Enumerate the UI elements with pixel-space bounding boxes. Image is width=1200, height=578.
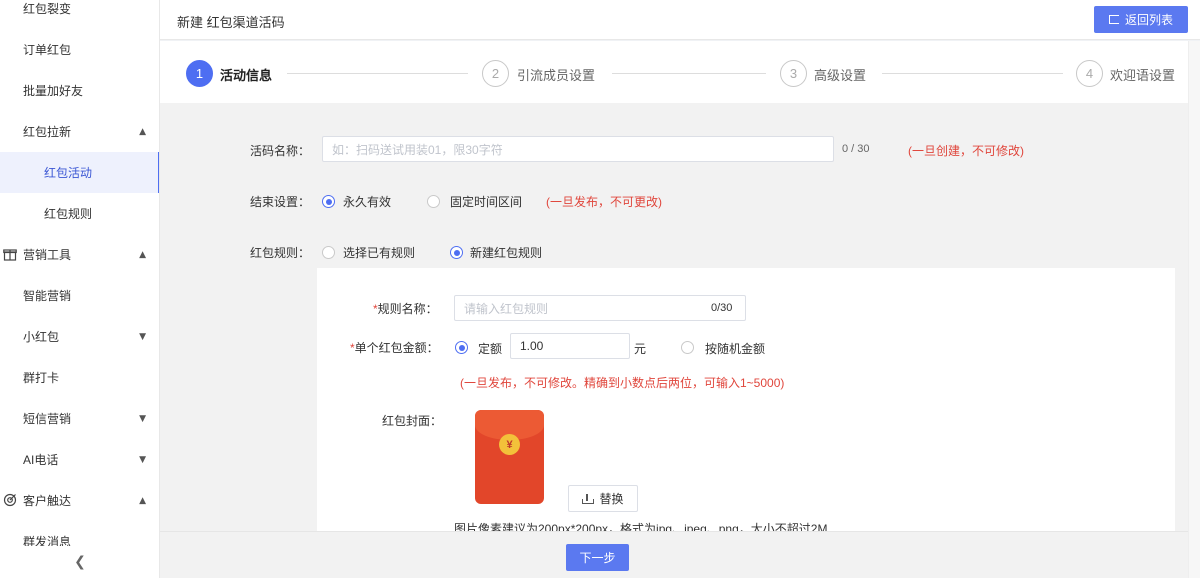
gift-icon bbox=[3, 249, 17, 261]
sidebar-item-red-packet-fission[interactable]: 红包裂变 bbox=[0, 0, 159, 29]
replace-button-label: 替换 bbox=[599, 492, 624, 506]
step-3-number: 3 bbox=[780, 60, 807, 87]
steps-bar: 1 活动信息 2 引流成员设置 3 高级设置 4 欢迎语设置 bbox=[160, 41, 1188, 103]
radio-existing-rule-label[interactable]: 选择已有规则 bbox=[343, 244, 415, 261]
sidebar-item-group-checkin[interactable]: 群打卡 bbox=[0, 357, 159, 398]
sidebar-item-batch-add-friends[interactable]: 批量加好友 bbox=[0, 70, 159, 111]
red-envelope-cover-image: ¥ bbox=[475, 410, 544, 504]
sidebar-item-red-packet-rules[interactable]: 红包规则 bbox=[0, 193, 159, 234]
step-4-label: 欢迎语设置 bbox=[1110, 68, 1176, 83]
chevron-down-icon: ▼ bbox=[139, 413, 146, 424]
code-name-counter: 0 / 30 bbox=[842, 143, 870, 155]
sidebar: 红包裂变 订单红包 批量加好友 红包拉新 ▲ 红包活动 红包规则 营销工具 ▲ … bbox=[0, 0, 160, 578]
chevron-up-icon: ▲ bbox=[139, 126, 146, 137]
chevron-up-icon: ▲ bbox=[139, 249, 146, 260]
yuan-coin-icon: ¥ bbox=[499, 434, 520, 455]
radio-existing-rule[interactable] bbox=[322, 246, 335, 259]
rule-name-input[interactable]: 请输入红包规则 bbox=[454, 295, 746, 321]
cover-label: 红包封面： bbox=[382, 414, 443, 428]
sidebar-item-marketing-tools[interactable]: 营销工具 ▲ bbox=[0, 234, 159, 275]
step-2-label: 引流成员设置 bbox=[517, 68, 596, 83]
radio-new-rule[interactable] bbox=[450, 246, 463, 259]
radio-random-amount[interactable] bbox=[681, 341, 694, 354]
sidebar-item-small-red-packet[interactable]: 小红包 ▼ bbox=[0, 316, 159, 357]
sidebar-item-order-red-packet[interactable]: 订单红包 bbox=[0, 29, 159, 70]
sidebar-item-label: 营销工具 bbox=[23, 248, 72, 262]
rule-label: 红包规则： bbox=[250, 246, 311, 260]
radio-fixed-period[interactable] bbox=[427, 195, 440, 208]
sidebar-item-label: 短信营销 bbox=[23, 412, 72, 426]
sidebar-item-label: 红包拉新 bbox=[23, 125, 72, 139]
sidebar-item-customer-reach[interactable]: 客户触达 ▲ bbox=[0, 480, 159, 521]
radio-permanent-label[interactable]: 永久有效 bbox=[343, 193, 391, 210]
rule-name-label-text: 规则名称： bbox=[377, 302, 438, 316]
rule-name-counter: 0/30 bbox=[711, 302, 733, 314]
step-connector bbox=[287, 73, 468, 74]
sidebar-item-label: 订单红包 bbox=[23, 43, 72, 57]
step-2-number: 2 bbox=[482, 60, 509, 87]
sidebar-item-label: 红包活动 bbox=[44, 166, 93, 180]
step-connector bbox=[882, 73, 1063, 74]
radio-fixed-amount-label[interactable]: 定额 bbox=[478, 340, 502, 357]
back-to-list-button[interactable]: 返回列表 bbox=[1094, 6, 1188, 33]
radio-random-amount-label[interactable]: 按随机金额 bbox=[705, 340, 765, 357]
step-4-number: 4 bbox=[1076, 60, 1103, 87]
replace-cover-button[interactable]: 替换 bbox=[568, 485, 638, 512]
radio-fixed-period-label[interactable]: 固定时间区间 bbox=[450, 193, 522, 210]
sidebar-item-label: 批量加好友 bbox=[23, 84, 84, 98]
upload-icon bbox=[582, 493, 595, 504]
step-connector bbox=[612, 73, 766, 74]
step-1-number: 1 bbox=[186, 60, 213, 87]
amount-label-text: 单个红包金额： bbox=[354, 341, 439, 355]
sidebar-item-red-packet-acquisition[interactable]: 红包拉新 ▲ bbox=[0, 111, 159, 152]
amount-label: *单个红包金额： bbox=[350, 339, 439, 356]
rule-name-label: *规则名称： bbox=[373, 300, 438, 317]
amount-input[interactable]: 1.00 bbox=[510, 333, 630, 359]
sidebar-item-label: 红包裂变 bbox=[23, 2, 72, 16]
code-name-label: 活码名称： bbox=[250, 144, 311, 158]
step-1-label: 活动信息 bbox=[220, 68, 273, 83]
end-setting-warning: (一旦发布，不可更改) bbox=[546, 195, 662, 209]
next-step-button[interactable]: 下一步 bbox=[566, 544, 629, 571]
code-name-warning: (一旦创建，不可修改) bbox=[908, 144, 1024, 158]
sidebar-item-label: 小红包 bbox=[23, 330, 60, 344]
amount-warning: (一旦发布，不可修改。精确到小数点后两位，可输入1~5000) bbox=[460, 376, 785, 390]
vertical-scrollbar[interactable] bbox=[1188, 41, 1200, 578]
header: 新建 红包渠道活码 返回列表 bbox=[160, 0, 1200, 40]
new-rule-panel bbox=[317, 268, 1175, 531]
sidebar-item-label: 智能营销 bbox=[23, 289, 72, 303]
end-setting-label: 结束设置： bbox=[250, 195, 311, 209]
cover-hint: 图片像素建议为200px*200px，格式为jpg、jpeg、png，大小不超过… bbox=[454, 522, 828, 531]
sidebar-item-label: AI电话 bbox=[23, 453, 59, 467]
target-icon bbox=[3, 493, 17, 507]
sidebar-item-sms-marketing[interactable]: 短信营销 ▼ bbox=[0, 398, 159, 439]
sidebar-item-label: 客户触达 bbox=[23, 494, 72, 508]
sidebar-collapse-button[interactable]: ❮ bbox=[0, 546, 159, 578]
radio-permanent[interactable] bbox=[322, 195, 335, 208]
form-content: 活码名称： 如：扫码送试用装01，限30字符 0 / 30 (一旦创建，不可修改… bbox=[160, 103, 1188, 531]
amount-unit: 元 bbox=[634, 342, 647, 356]
sidebar-item-red-packet-activity[interactable]: 红包活动 bbox=[0, 152, 159, 193]
return-icon bbox=[1108, 15, 1119, 24]
step-3-label: 高级设置 bbox=[814, 68, 867, 83]
radio-fixed-amount[interactable] bbox=[455, 341, 468, 354]
sidebar-item-ai-call[interactable]: AI电话 ▼ bbox=[0, 439, 159, 480]
sidebar-item-label: 红包规则 bbox=[44, 207, 93, 221]
chevron-left-icon: ❮ bbox=[74, 554, 86, 570]
chevron-down-icon: ▼ bbox=[139, 454, 146, 465]
radio-new-rule-label[interactable]: 新建红包规则 bbox=[470, 244, 542, 261]
page-title: 新建 红包渠道活码 bbox=[177, 15, 285, 30]
code-name-input[interactable]: 如：扫码送试用装01，限30字符 bbox=[322, 136, 834, 162]
back-button-label: 返回列表 bbox=[1124, 13, 1173, 27]
sidebar-item-label: 群打卡 bbox=[23, 371, 60, 385]
chevron-up-icon: ▲ bbox=[139, 495, 146, 506]
sidebar-item-smart-marketing[interactable]: 智能营销 bbox=[0, 275, 159, 316]
footer: 下一步 bbox=[160, 531, 1188, 578]
chevron-down-icon: ▼ bbox=[139, 331, 146, 342]
